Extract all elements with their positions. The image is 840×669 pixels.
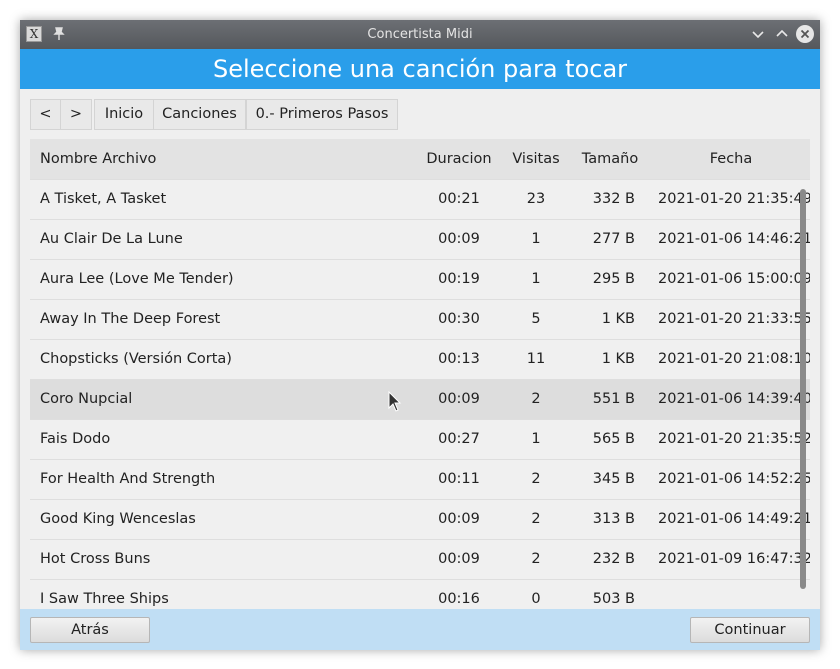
forward-nav-button[interactable]: > [60, 99, 92, 130]
continue-button[interactable]: Continuar [690, 617, 810, 643]
cell-date: 2021-01-20 21:35:52 [658, 431, 810, 447]
table-row[interactable]: Au Clair De La Lune 00:09 1 277 B 2021-01-06… [30, 219, 810, 259]
cell-size: 565 B [592, 431, 635, 447]
cell-size: 277 B [592, 231, 635, 247]
cell-date: 2021-01-06 14:52:25 [658, 471, 810, 487]
back-button[interactable]: Atrás [30, 617, 150, 643]
breadcrumb-inicio[interactable]: Inicio [94, 99, 154, 130]
cell-date: 2021-01-20 21:33:55 [658, 311, 810, 327]
cell-duration: 00:09 [438, 231, 480, 247]
cell-size: 503 B [592, 591, 635, 607]
cell-visits: 2 [531, 391, 541, 407]
close-icon [800, 29, 810, 39]
cell-duration: 00:16 [438, 591, 480, 607]
back-nav-button[interactable]: < [30, 99, 61, 130]
cell-visits: 2 [531, 511, 541, 527]
cell-size: 1 KB [601, 311, 635, 327]
table-row[interactable]: I Saw Three Ships 00:16 0 503 B [30, 579, 810, 609]
cell-name: For Health And Strength [40, 471, 216, 487]
cell-size: 232 B [592, 551, 635, 567]
cell-size: 551 B [592, 391, 635, 407]
cell-duration: 00:13 [438, 351, 480, 367]
table-row[interactable]: A Tisket, A Tasket 00:21 23 332 B 2021-01-20… [30, 179, 810, 219]
cell-duration: 00:09 [438, 551, 480, 567]
table-row[interactable]: Coro Nupcial 00:09 2 551 B 2021-01-06 14:39:… [30, 379, 810, 419]
vertical-scrollbar[interactable] [800, 189, 808, 609]
cell-visits: 23 [526, 191, 546, 207]
cell-duration: 00:19 [438, 271, 480, 287]
breadcrumb-canciones[interactable]: Canciones [153, 99, 246, 130]
cell-date: 2021-01-09 16:47:32 [658, 551, 810, 567]
cell-visits: 1 [531, 431, 541, 447]
cell-duration: 00:09 [438, 391, 480, 407]
app-window: X Concertista Midi Seleccione una canció… [20, 20, 820, 650]
table-header: Nombre Archivo Duracion Visitas Tamaño F… [30, 139, 810, 179]
cell-duration: 00:11 [438, 471, 480, 487]
cell-size: 295 B [592, 271, 635, 287]
table-row[interactable]: Fais Dodo 00:27 1 565 B 2021-01-20 21:35:52 [30, 419, 810, 459]
cell-date: 2021-01-06 14:46:21 [658, 231, 810, 247]
cell-size: 313 B [592, 511, 635, 527]
cell-date: 2021-01-06 14:49:21 [658, 511, 810, 527]
column-header-size[interactable]: Tamaño [575, 139, 645, 179]
breadcrumb-primeros-pasos[interactable]: 0.- Primeros Pasos [246, 99, 398, 130]
cell-visits: 2 [531, 471, 541, 487]
close-button[interactable] [796, 25, 814, 43]
cell-name: Au Clair De La Lune [40, 231, 183, 247]
cell-name: Away In The Deep Forest [40, 311, 221, 327]
cell-duration: 00:27 [438, 431, 480, 447]
table-row[interactable]: Chopsticks (Versión Corta) 00:13 11 1 KB 202… [30, 339, 810, 379]
cell-visits: 1 [531, 271, 541, 287]
cell-name: I Saw Three Ships [40, 591, 169, 607]
cell-duration: 00:30 [438, 311, 480, 327]
cell-date: 2021-01-06 15:00:09 [658, 271, 810, 287]
footer-bar: Atrás Continuar [20, 609, 820, 650]
cell-size: 345 B [592, 471, 635, 487]
cell-size: 332 B [592, 191, 635, 207]
songs-table: Nombre Archivo Duracion Visitas Tamaño F… [30, 139, 810, 609]
cell-name: Fais Dodo [40, 431, 111, 447]
table-row[interactable]: Aura Lee (Love Me Tender) 00:19 1 295 B 2021… [30, 259, 810, 299]
maximize-button[interactable] [773, 25, 791, 43]
table-row[interactable]: Hot Cross Buns 00:09 2 232 B 2021-01-09 16:4… [30, 539, 810, 579]
window-title: Concertista Midi [367, 27, 473, 42]
cell-visits: 11 [526, 351, 546, 367]
chevron-up-icon [776, 29, 788, 37]
cell-visits: 5 [531, 311, 541, 327]
minimize-button[interactable] [749, 25, 767, 43]
table-row[interactable]: Good King Wenceslas 00:09 2 313 B 2021-01-06… [30, 499, 810, 539]
column-header-duration[interactable]: Duracion [417, 139, 501, 179]
cell-date: 2021-01-20 21:08:10 [658, 351, 810, 367]
cell-visits: 1 [531, 231, 541, 247]
cell-name: Hot Cross Buns [40, 551, 151, 567]
chevron-down-icon [752, 31, 764, 39]
column-header-name[interactable]: Nombre Archivo [40, 139, 156, 179]
cell-duration: 00:09 [438, 511, 480, 527]
cell-name: Aura Lee (Love Me Tender) [40, 271, 234, 287]
mouse-cursor-icon [388, 390, 402, 413]
cell-name: A Tisket, A Tasket [40, 191, 167, 207]
table-row[interactable]: Away In The Deep Forest 00:30 5 1 KB 2021-01… [30, 299, 810, 339]
cell-size: 1 KB [601, 351, 635, 367]
cell-duration: 00:21 [438, 191, 480, 207]
table-row[interactable]: For Health And Strength 00:11 2 345 B 2021-0… [30, 459, 810, 499]
title-bar[interactable]: X Concertista Midi [20, 20, 820, 49]
cell-name: Good King Wenceslas [40, 511, 196, 527]
cell-visits: 0 [531, 591, 541, 607]
page-heading: Seleccione una canción para tocar [20, 49, 820, 89]
scrollbar-thumb[interactable] [800, 189, 806, 589]
cell-date: 2021-01-20 21:35:49 [658, 191, 810, 207]
cell-name: Coro Nupcial [40, 391, 133, 407]
column-header-visits[interactable]: Visitas [505, 139, 567, 179]
cell-date: 2021-01-06 14:39:40 [658, 391, 810, 407]
column-header-date[interactable]: Fecha [660, 139, 802, 179]
cell-name: Chopsticks (Versión Corta) [40, 351, 232, 367]
cell-visits: 2 [531, 551, 541, 567]
